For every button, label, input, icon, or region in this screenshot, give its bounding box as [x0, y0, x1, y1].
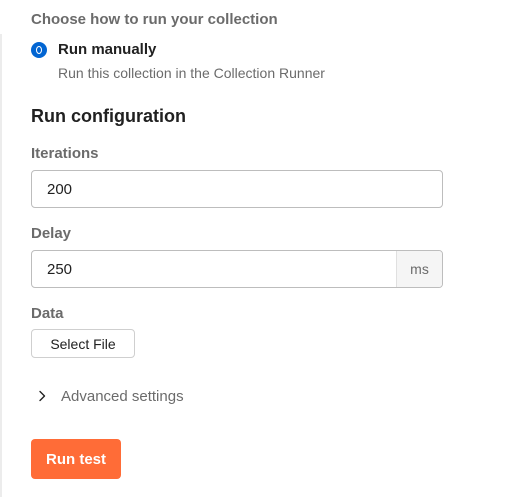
run-mode-heading: Choose how to run your collection — [31, 11, 278, 28]
run-manually-description: Run this collection in the Collection Ru… — [58, 65, 325, 81]
chevron-right-icon[interactable] — [36, 387, 48, 405]
radio-selected-icon[interactable] — [31, 42, 47, 58]
delay-input[interactable]: 250 ms — [31, 250, 443, 288]
left-divider — [0, 34, 2, 497]
run-configuration-title: Run configuration — [31, 106, 186, 126]
run-collection-panel: Choose how to run your collection Run ma… — [0, 0, 518, 497]
advanced-settings-toggle[interactable]: Advanced settings — [36, 387, 184, 405]
run-manually-label: Run manually — [58, 41, 157, 58]
iterations-value[interactable]: 200 — [32, 181, 442, 198]
select-file-button[interactable]: Select File — [31, 329, 135, 358]
iterations-input[interactable]: 200 — [31, 170, 443, 208]
delay-unit: ms — [396, 251, 442, 287]
data-label: Data — [31, 305, 64, 322]
run-test-button[interactable]: Run test — [31, 439, 121, 479]
delay-label: Delay — [31, 225, 72, 242]
delay-value[interactable]: 250 — [32, 261, 396, 278]
run-manually-option[interactable]: Run manually Run this collection in the … — [31, 41, 325, 81]
advanced-settings-label[interactable]: Advanced settings — [61, 388, 184, 405]
run-manually-text: Run manually Run this collection in the … — [58, 41, 325, 81]
iterations-label: Iterations — [31, 145, 99, 162]
